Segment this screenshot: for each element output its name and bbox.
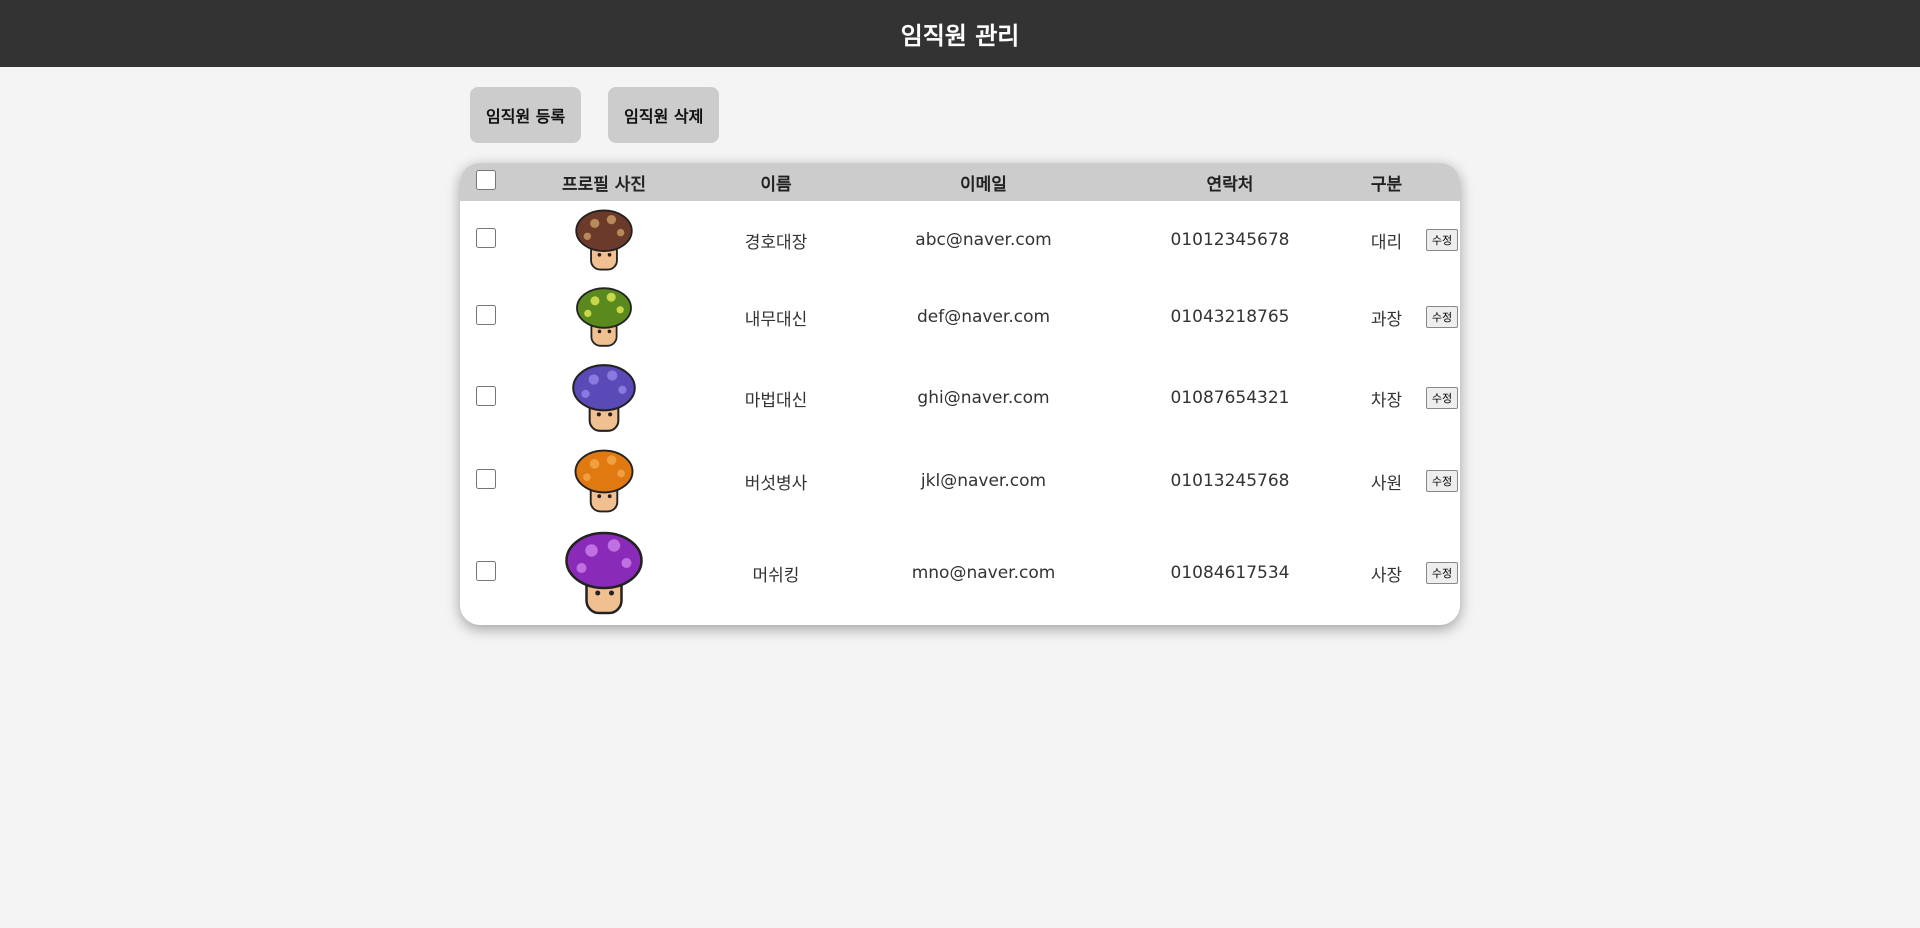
employee-phone: 01012345678 — [1170, 230, 1290, 250]
profile-photo — [565, 531, 643, 615]
employee-name: 머쉬킹 — [752, 565, 800, 586]
column-header-name: 이름 — [696, 163, 856, 201]
page-header: 임직원 관리 — [0, 0, 1920, 67]
edit-button[interactable]: 수정 — [1425, 470, 1459, 492]
column-header-phone: 연락처 — [1111, 163, 1349, 201]
employee-rank: 차장 — [1370, 390, 1403, 411]
employee-email: jkl@naver.com — [920, 471, 1047, 491]
row-checkbox[interactable] — [476, 227, 496, 248]
edit-button[interactable]: 수정 — [1425, 229, 1459, 251]
profile-photo — [576, 287, 632, 347]
table-row: 내무대신 def@naver.com 01043218765 과장 수정 — [460, 279, 1460, 355]
employee-rank: 대리 — [1370, 232, 1403, 253]
table-row: 버섯병사 jkl@naver.com 01013245768 사원 수정 — [460, 441, 1460, 521]
edit-button[interactable]: 수정 — [1425, 306, 1459, 328]
select-all-checkbox[interactable] — [476, 169, 496, 190]
profile-photo — [572, 364, 636, 432]
row-checkbox[interactable] — [476, 385, 496, 406]
row-checkbox[interactable] — [476, 304, 496, 325]
employee-name: 경호대장 — [744, 232, 808, 253]
table-row: 경호대장 abc@naver.com 01012345678 대리 수정 — [460, 201, 1460, 279]
column-header-rank: 구분 — [1349, 163, 1424, 201]
edit-button[interactable]: 수정 — [1425, 562, 1459, 584]
employee-table-card: 프로필 사진 이름 이메일 연락처 구분 경호대장 abc@naver.com … — [460, 163, 1460, 625]
edit-button[interactable]: 수정 — [1425, 387, 1459, 409]
page-title: 임직원 관리 — [900, 22, 1020, 50]
employee-rank: 과장 — [1370, 309, 1403, 330]
delete-employee-button[interactable]: 임직원 삭제 — [608, 87, 720, 143]
table-row: 머쉬킹 mno@naver.com 01084617534 사장 수정 — [460, 521, 1460, 625]
employee-name: 마법대신 — [744, 390, 808, 411]
employee-phone: 01013245768 — [1170, 471, 1290, 491]
employee-email: ghi@naver.com — [917, 388, 1050, 408]
table-header-row: 프로필 사진 이름 이메일 연락처 구분 — [460, 163, 1460, 201]
profile-photo — [574, 449, 634, 513]
row-checkbox[interactable] — [476, 468, 496, 489]
employee-email: mno@naver.com — [911, 563, 1056, 583]
toolbar: 임직원 등록 임직원 삭제 — [470, 87, 720, 143]
employee-name: 버섯병사 — [744, 473, 808, 494]
employee-phone: 01043218765 — [1170, 307, 1290, 327]
employee-rank: 사원 — [1370, 473, 1403, 494]
employee-name: 내무대신 — [744, 309, 808, 330]
employee-email: abc@naver.com — [915, 230, 1052, 250]
column-header-photo: 프로필 사진 — [512, 163, 696, 201]
column-header-email: 이메일 — [856, 163, 1111, 201]
profile-photo — [575, 209, 633, 271]
employee-table: 프로필 사진 이름 이메일 연락처 구분 경호대장 abc@naver.com … — [460, 163, 1460, 625]
employee-rank: 사장 — [1370, 565, 1403, 586]
employee-phone: 01087654321 — [1170, 388, 1290, 408]
row-checkbox[interactable] — [476, 560, 496, 581]
register-employee-button[interactable]: 임직원 등록 — [470, 87, 582, 143]
employee-phone: 01084617534 — [1170, 563, 1290, 583]
table-row: 마법대신 ghi@naver.com 01087654321 차장 수정 — [460, 355, 1460, 441]
employee-email: def@naver.com — [916, 307, 1051, 327]
